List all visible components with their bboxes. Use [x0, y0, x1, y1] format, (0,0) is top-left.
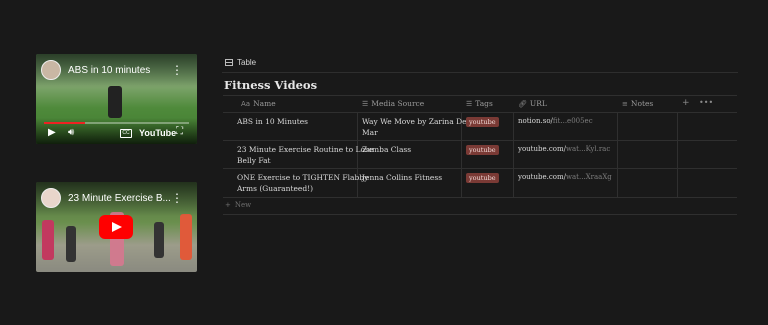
fullscreen-icon[interactable]: ⛶	[176, 126, 183, 138]
table-cell-name[interactable]: ONE Exercise to TIGHTEN Flabby Arms (Guar…	[237, 172, 368, 194]
table-border	[223, 95, 737, 96]
text-property-icon: Aa	[241, 100, 251, 108]
list-icon: ☰	[362, 100, 369, 108]
cell-text: Arms (Guaranteed!)	[237, 184, 314, 193]
divider	[222, 72, 738, 73]
tag-badge[interactable]: youtube	[466, 145, 499, 155]
column-divider	[513, 112, 514, 197]
more-options-icon[interactable]: ⋮	[171, 64, 183, 76]
url-text: youtube.com/	[518, 145, 566, 153]
url-text-faded: wat...Kyl.rac	[565, 145, 611, 153]
url-text-faded: wat...XraaXg	[565, 173, 612, 181]
captions-icon[interactable]: CC	[120, 129, 132, 138]
channel-avatar[interactable]	[41, 60, 61, 80]
table-border	[223, 140, 737, 141]
new-row-label: New	[234, 201, 252, 209]
cell-text: Zumba Class	[362, 145, 412, 154]
tag-badge[interactable]: youtube	[466, 173, 499, 183]
cell-text: ONE Exercise to TIGHTEN Flabby	[237, 173, 369, 182]
table-border	[223, 168, 737, 169]
column-header-notes[interactable]: ≡ Notes	[622, 99, 653, 108]
more-options-icon[interactable]: ⋮	[171, 192, 183, 204]
column-header-label: Notes	[630, 99, 654, 108]
column-header-label: Tags	[475, 99, 493, 108]
column-divider	[617, 112, 618, 197]
video-thumbnail-figure	[66, 226, 76, 262]
cell-text: 23 Minute Exercise Routine to Lose	[237, 145, 374, 154]
url-text: notion.so/	[518, 117, 553, 125]
video-embed-abs[interactable]: ABS in 10 minutes ⋮ ▶ 🔊︎ CC YouTube ⛶	[36, 54, 197, 144]
progress-bar[interactable]	[44, 122, 189, 124]
play-icon[interactable]: ▶	[48, 127, 56, 139]
video-thumbnail-figure	[42, 220, 54, 260]
progress-fill	[44, 122, 85, 124]
youtube-logo[interactable]: YouTube	[139, 128, 176, 138]
url-text: youtube.com/	[518, 173, 566, 181]
column-header-url[interactable]: 🔗︎ URL	[518, 99, 547, 108]
video-controls: ▶ 🔊︎ CC YouTube ⛶	[36, 118, 197, 144]
volume-icon[interactable]: 🔊︎	[68, 127, 74, 139]
column-header-label: URL	[529, 99, 547, 108]
table-cell-name[interactable]: ABS in 10 Minutes	[237, 116, 308, 127]
table-cell-url[interactable]: youtube.com/wat...Kyl.rac	[518, 145, 610, 153]
table-border	[223, 214, 737, 215]
table-cell-name[interactable]: 23 Minute Exercise Routine to Lose Belly …	[237, 144, 373, 166]
video-thumbnail-figure	[108, 86, 122, 118]
video-embed-exercise[interactable]: 23 Minute Exercise B... ⋮	[36, 182, 197, 272]
table-cell-url[interactable]: notion.so/fit...e005ec	[518, 117, 593, 125]
more-icon[interactable]: •••	[699, 98, 713, 107]
table-border	[223, 197, 737, 198]
view-tab-table[interactable]: Table	[225, 58, 256, 67]
list-icon: ☰	[466, 100, 473, 108]
table-cell-media-source[interactable]: Jenna Collins Fitness	[362, 172, 442, 183]
table-cell-media-source[interactable]: Way We Move by Zarina Del Mar	[362, 116, 469, 138]
cell-text: Way We Move by Zarina Del	[362, 117, 469, 126]
column-header-label: Name	[253, 99, 276, 108]
table-border	[223, 112, 737, 113]
column-header-label: Media Source	[371, 99, 425, 108]
tag-badge[interactable]: youtube	[466, 117, 499, 127]
new-row-button[interactable]: + New	[225, 201, 251, 209]
video-title[interactable]: ABS in 10 minutes	[68, 65, 150, 76]
video-title[interactable]: 23 Minute Exercise B...	[68, 193, 171, 204]
table-cell-media-source[interactable]: Zumba Class	[362, 144, 411, 155]
database-title[interactable]: Fitness Videos	[224, 78, 317, 92]
url-text-faded: fit...e005ec	[552, 117, 593, 125]
column-divider	[677, 112, 678, 197]
view-tab-label: Table	[237, 58, 257, 67]
column-header-name[interactable]: Aa Name	[241, 99, 276, 108]
table-icon	[225, 59, 233, 66]
link-icon: 🔗︎	[518, 100, 527, 108]
cell-text: ABS in 10 Minutes	[237, 117, 309, 126]
youtube-play-icon[interactable]	[99, 215, 133, 239]
cell-text: Jenna Collins Fitness	[362, 173, 443, 182]
column-header-tags[interactable]: ☰ Tags	[466, 99, 493, 108]
lines-icon: ≡	[622, 100, 628, 108]
cell-text: Mar	[362, 128, 378, 137]
column-header-media-source[interactable]: ☰ Media Source	[362, 99, 424, 108]
plus-icon: +	[225, 201, 231, 209]
table-cell-url[interactable]: youtube.com/wat...XraaXg	[518, 173, 612, 181]
video-thumbnail-figure	[154, 222, 164, 258]
add-property-icon[interactable]: +	[682, 98, 690, 108]
channel-avatar[interactable]	[41, 188, 61, 208]
cell-text: Belly Fat	[237, 156, 271, 165]
video-thumbnail-figure	[180, 214, 192, 260]
